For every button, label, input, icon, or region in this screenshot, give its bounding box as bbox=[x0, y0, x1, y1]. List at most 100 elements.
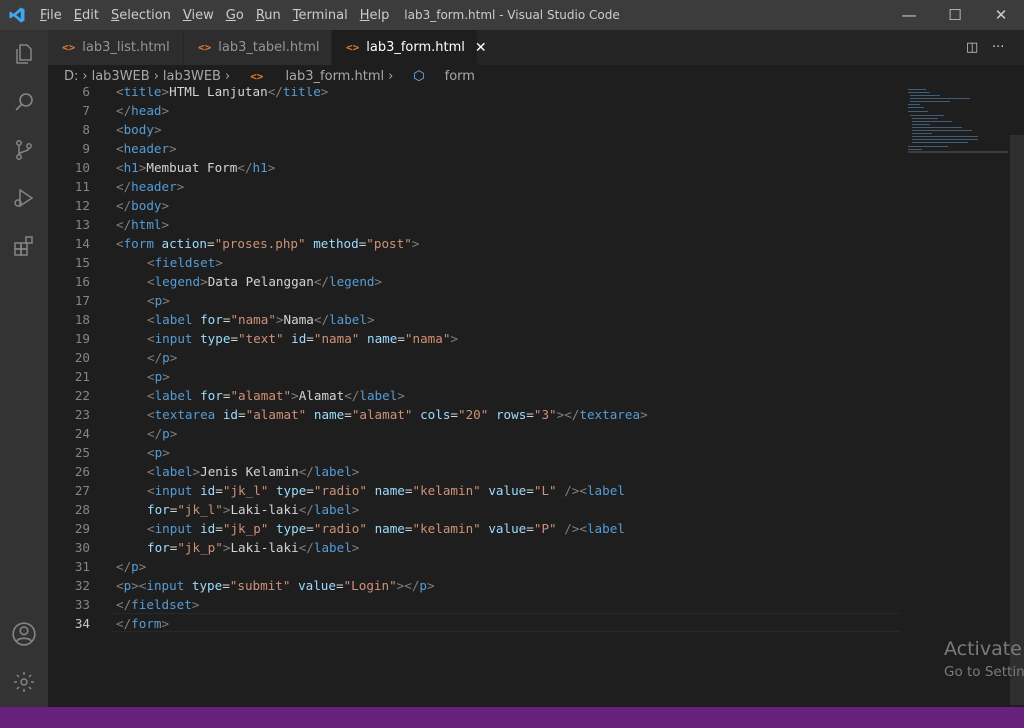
code-token: Alamat bbox=[298, 388, 345, 403]
extensions-icon[interactable] bbox=[0, 222, 48, 270]
code-line[interactable]: 34 </form> bbox=[48, 614, 908, 633]
code-line[interactable]: 13 </html> bbox=[48, 215, 908, 234]
minimize-button[interactable]: — bbox=[886, 0, 932, 30]
code-line[interactable]: 30 for="jk_p">Laki-laki</label> bbox=[48, 538, 908, 557]
code-line[interactable]: 21 <p> bbox=[48, 367, 908, 386]
code-token: </ bbox=[313, 274, 330, 289]
code-token: < bbox=[116, 236, 124, 251]
code-token: body bbox=[131, 198, 162, 213]
run-debug-icon[interactable] bbox=[0, 174, 48, 222]
code-token: "jk_p" bbox=[222, 521, 269, 536]
menu-item-go[interactable]: Go bbox=[220, 8, 250, 23]
code-token: id bbox=[291, 331, 307, 346]
code-line[interactable]: 27 <input id="jk_l" type="radio" name="ke… bbox=[48, 481, 908, 500]
vertical-scrollbar[interactable] bbox=[1010, 135, 1024, 705]
code-line[interactable]: 12 </body> bbox=[48, 196, 908, 215]
code-line[interactable]: 7 </head> bbox=[48, 101, 908, 120]
code-line[interactable]: 17 <p> bbox=[48, 291, 908, 310]
code-line[interactable]: 29 <input id="jk_p" type="radio" name="ke… bbox=[48, 519, 908, 538]
code-token: name bbox=[374, 521, 405, 536]
code-line[interactable]: 15 <fieldset> bbox=[48, 253, 908, 272]
code-line[interactable]: 8 <body> bbox=[48, 120, 908, 139]
search-icon[interactable] bbox=[0, 78, 48, 126]
line-number: 6 bbox=[82, 87, 90, 99]
tab-lab3-list[interactable]: <> lab3_list.html bbox=[48, 30, 184, 65]
code-token: < bbox=[116, 578, 124, 593]
code-line[interactable]: 10 <h1>Membuat Form</h1> bbox=[48, 158, 908, 177]
code-token: = bbox=[397, 331, 405, 346]
code-line[interactable]: 6 <title>HTML Lanjutan</title> bbox=[48, 87, 908, 101]
breadcrumb-symbol[interactable]: ⬡ form bbox=[397, 69, 475, 84]
code-token: > bbox=[192, 464, 201, 479]
menu-item-run[interactable]: Run bbox=[250, 8, 287, 23]
code-token: "P" bbox=[533, 521, 557, 536]
code-token: input bbox=[154, 521, 201, 536]
code-token: > bbox=[291, 388, 299, 403]
code-line[interactable]: 22 <label for="alamat">Alamat</label> bbox=[48, 386, 908, 405]
breadcrumb-drive[interactable]: D: bbox=[64, 69, 78, 84]
code-token: </ bbox=[298, 540, 314, 555]
code-token: = bbox=[222, 578, 230, 593]
code-text: <body> bbox=[116, 120, 162, 139]
tab-lab3-form[interactable]: <> lab3_form.html ✕ bbox=[332, 30, 487, 65]
code-token: label bbox=[359, 388, 398, 403]
code-token: </ bbox=[116, 597, 132, 612]
code-line[interactable]: 11 </header> bbox=[48, 177, 908, 196]
menu-item-file[interactable]: File bbox=[34, 8, 68, 23]
code-line[interactable]: 33 </fieldset> bbox=[48, 595, 908, 614]
code-token: fieldset bbox=[154, 255, 216, 270]
code-line[interactable]: 32 <p><input type="submit" value="Login">… bbox=[48, 576, 908, 595]
code-editor[interactable]: 6 <title>HTML Lanjutan</title> 7 </head> 8 <b… bbox=[48, 87, 1024, 707]
code-line[interactable]: 31 </p> bbox=[48, 557, 908, 576]
code-line[interactable]: 20 </p> bbox=[48, 348, 908, 367]
split-editor-icon[interactable]: ◫ bbox=[966, 30, 978, 65]
close-button[interactable]: ✕ bbox=[978, 0, 1024, 30]
menu-item-selection[interactable]: Selection bbox=[105, 8, 177, 23]
code-token: = bbox=[404, 483, 413, 498]
tab-lab3-tabel[interactable]: <> lab3_tabel.html bbox=[184, 30, 332, 65]
code-line[interactable]: 14 <form action="proses.php" method="post… bbox=[48, 234, 908, 253]
code-text: </head> bbox=[116, 101, 169, 120]
code-token: </ bbox=[116, 179, 132, 194]
code-line[interactable]: 24 </p> bbox=[48, 424, 908, 443]
minimap[interactable] bbox=[908, 87, 1008, 157]
code-token: type bbox=[275, 521, 307, 536]
code-line[interactable]: 19 <input type="text" id="nama" name="nam… bbox=[48, 329, 908, 348]
menu-item-terminal[interactable]: Terminal bbox=[287, 8, 354, 23]
breadcrumb-folder[interactable]: lab3WEB bbox=[163, 69, 221, 84]
line-number: 24 bbox=[74, 426, 90, 441]
code-token: > bbox=[374, 274, 383, 289]
source-control-icon[interactable] bbox=[0, 126, 48, 174]
menu-item-help[interactable]: Help bbox=[354, 8, 396, 23]
code-line[interactable]: 23 <textarea id="alamat" name="alamat" co… bbox=[48, 405, 908, 424]
code-token: input bbox=[154, 331, 201, 346]
menu-item-view[interactable]: View bbox=[177, 8, 220, 23]
explorer-icon[interactable] bbox=[0, 30, 48, 78]
account-icon[interactable] bbox=[0, 610, 48, 658]
breadcrumb-file[interactable]: <> lab3_form.html bbox=[234, 69, 384, 84]
code-token: label bbox=[154, 464, 193, 479]
code-line[interactable]: 9 <header> bbox=[48, 139, 908, 158]
code-token: "3" bbox=[533, 407, 557, 422]
code-token: Nama bbox=[283, 312, 314, 327]
maximize-button[interactable]: ☐ bbox=[932, 0, 978, 30]
code-line[interactable]: 28 for="jk_l">Laki-laki</label> bbox=[48, 500, 908, 519]
close-tab-icon[interactable]: ✕ bbox=[475, 40, 487, 56]
code-line[interactable]: 25 <p> bbox=[48, 443, 908, 462]
code-line[interactable]: 16 <legend>Data Pelanggan</legend> bbox=[48, 272, 908, 291]
line-number: 8 bbox=[82, 122, 90, 137]
title-bar: File Edit Selection View Go Run Terminal Help l… bbox=[0, 0, 1024, 30]
code-token: </ bbox=[298, 502, 314, 517]
code-token: </ bbox=[298, 464, 314, 479]
line-number: 30 bbox=[74, 540, 90, 555]
settings-gear-icon[interactable] bbox=[0, 658, 48, 706]
breadcrumb-folder[interactable]: lab3WEB bbox=[92, 69, 150, 84]
menu-item-edit[interactable]: Edit bbox=[68, 8, 105, 23]
code-token: "alamat" bbox=[245, 407, 307, 422]
code-line[interactable]: 26 <label>Jenis Kelamin</label> bbox=[48, 462, 908, 481]
more-actions-icon[interactable]: ··· bbox=[992, 30, 1004, 65]
code-line[interactable]: 18 <label for="nama">Nama</label> bbox=[48, 310, 908, 329]
